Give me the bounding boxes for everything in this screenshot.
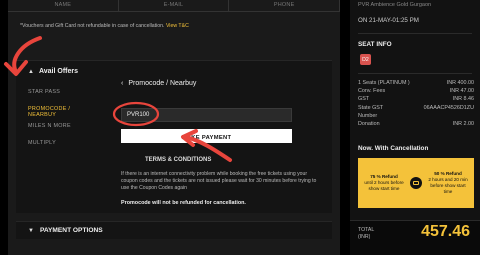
price-row: Donation INR 2.00: [358, 120, 474, 127]
contact-fields: NAME E-MAIL PHONE: [8, 0, 341, 12]
offers-section: ▲ Avail Offers STAR PASS PROMOCODE / NEA…: [16, 60, 332, 213]
price-row: Number: [358, 112, 378, 119]
venue-name: PVR Ambience Gold Gurgaon: [358, 2, 432, 8]
promo-title-row[interactable]: ‹ Promocode / Nearbuy: [121, 80, 311, 87]
price-row: 1 Seats (PLATINUM ) INR 400.00: [358, 80, 474, 86]
total-amount: 457.46: [421, 223, 470, 240]
divider: [358, 33, 472, 34]
cancellation-box: 75 % Refund until 2 hours before show sta…: [358, 158, 474, 208]
tab-miles-n-more[interactable]: MILES N MORE: [28, 119, 100, 136]
price-row: Conv. Fees INR 47.00: [358, 88, 474, 95]
price-breakdown: 1 Seats (PLATINUM ) INR 400.00 Conv. Fees…: [358, 80, 474, 129]
refund-75: 75 % Refund until 2 hours before show sta…: [364, 173, 404, 192]
chevron-left-icon[interactable]: ‹: [121, 80, 123, 87]
make-payment-button[interactable]: MAKE PAYMENT: [121, 129, 292, 143]
terms-text: If there is an internet connectivity pro…: [121, 171, 317, 191]
offers-heading: Avail Offers: [38, 68, 78, 75]
payment-options-label: PAYMENT OPTIONS: [39, 227, 103, 234]
total-label: TOTAL (INR): [358, 227, 375, 240]
promo-title: Promocode / Nearbuy: [128, 80, 197, 87]
payment-options-row[interactable]: ▼ PAYMENT OPTIONS: [16, 221, 332, 239]
seat-info-label: SEAT INFO: [358, 41, 392, 48]
payment-panel: NAME E-MAIL PHONE *Vouchers and Gift Car…: [8, 0, 341, 255]
refund-note: *Vouchers and Gift Card not refundable i…: [20, 23, 189, 29]
booking-page: NAME E-MAIL PHONE *Vouchers and Gift Car…: [0, 0, 480, 255]
promo-panel: ‹ Promocode / Nearbuy PVR100 MAKE PAYMEN…: [121, 80, 316, 210]
name-field[interactable]: NAME: [8, 0, 119, 12]
showtime: ON 21-MAY-01:25 PM: [358, 17, 419, 24]
tab-multiply[interactable]: MULTIPLY: [28, 136, 100, 153]
refund-note-text: *Vouchers and Gift Card not refundable i…: [20, 23, 165, 29]
ticket-icon: [410, 177, 422, 189]
view-tc-link[interactable]: View T&C: [166, 23, 189, 29]
terms-title: TERMS & CONDITIONS: [145, 157, 212, 163]
offer-tabs: STAR PASS PROMOCODE / NEARBUY MILES N MO…: [28, 85, 100, 153]
seat-badge: D2: [360, 54, 371, 65]
nonrefund-note: Promocode will not be refunded for cance…: [121, 200, 246, 206]
cancellation-title: Now. With Cancellation: [358, 145, 429, 152]
tab-promocode-nearbuy[interactable]: PROMOCODE / NEARBUY: [28, 102, 100, 119]
tab-star-pass[interactable]: STAR PASS: [28, 85, 100, 102]
promocode-input[interactable]: PVR100: [121, 108, 292, 122]
offers-header[interactable]: ▲ Avail Offers: [28, 68, 78, 75]
order-summary: PVR Ambience Gold Gurgaon ON 21-MAY-01:2…: [350, 0, 480, 255]
email-field[interactable]: E-MAIL: [118, 0, 230, 12]
chevron-down-icon: ▼: [28, 227, 34, 234]
divider: [358, 73, 472, 74]
price-row: State GST 06AAACP4526D1ZU: [358, 104, 474, 111]
chevron-up-icon: ▲: [28, 68, 34, 75]
refund-50: 50 % Refund 2 hours and 20 min before sho…: [428, 170, 468, 195]
phone-field[interactable]: PHONE: [229, 0, 341, 12]
price-row: GST INR 8.46: [358, 96, 474, 103]
total-block: TOTAL (INR) 457.46: [350, 220, 480, 255]
